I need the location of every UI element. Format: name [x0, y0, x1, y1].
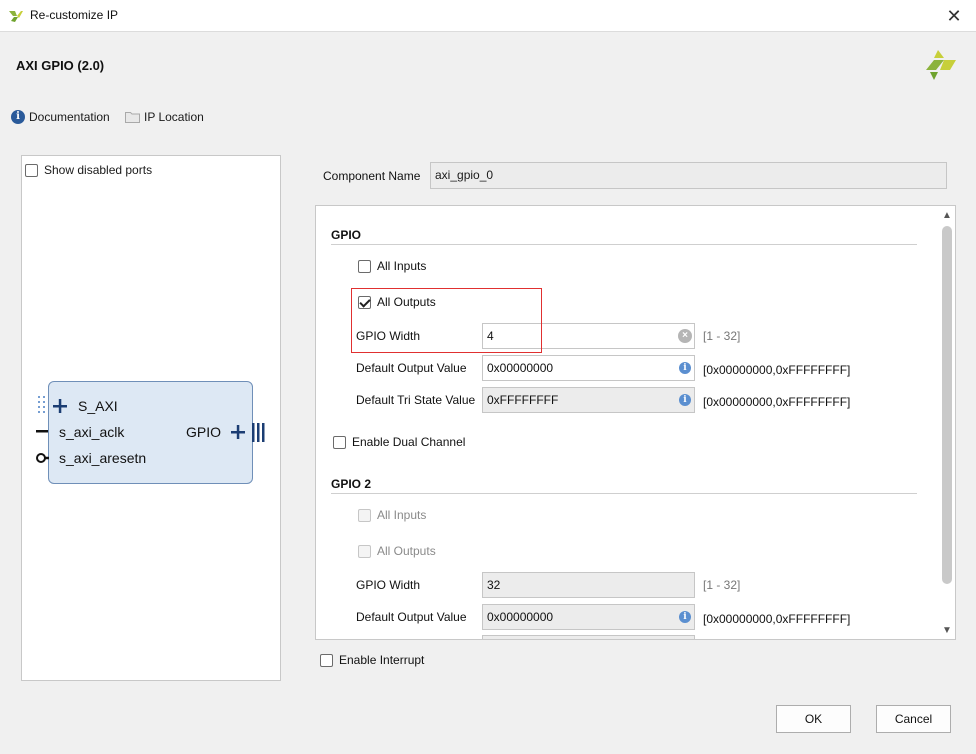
checkbox-box[interactable]	[358, 259, 371, 273]
info-icon[interactable]: i	[679, 362, 691, 374]
close-button[interactable]: ✕	[940, 4, 968, 28]
xilinx-logo-icon	[926, 50, 956, 80]
gpio-default-output-label: Default Output Value	[356, 361, 467, 375]
checkbox-box[interactable]	[333, 435, 346, 449]
gpio-section-divider	[331, 244, 917, 245]
cancel-button[interactable]: Cancel	[876, 705, 951, 733]
gpio-default-output-range: [0x00000000,0xFFFFFFFF]	[703, 363, 851, 377]
gpio-default-output-input[interactable]: 0x00000000	[482, 355, 695, 381]
s-axi-plus-icon	[53, 399, 67, 413]
gpio-section-title: GPIO	[331, 228, 362, 242]
folder-icon	[125, 112, 140, 123]
checkbox-box-disabled[interactable]	[358, 544, 371, 558]
gpio-default-tri-range: [0x00000000,0xFFFFFFFF]	[703, 395, 851, 409]
vivado-logo-icon	[9, 11, 23, 22]
enable-dual-channel-checkbox[interactable]: Enable Dual Channel	[333, 435, 465, 449]
clear-icon[interactable]: ×	[678, 329, 692, 343]
info-icon[interactable]: i	[679, 611, 691, 623]
window-title: Re-customize IP	[30, 8, 119, 22]
gpio-default-tri-label: Default Tri State Value	[356, 393, 476, 407]
gpio2-width-input[interactable]: 32	[482, 572, 695, 598]
port-s-axi-aresetn: s_axi_aresetn	[59, 450, 147, 466]
gpio-all-inputs-checkbox[interactable]: All Inputs	[358, 259, 426, 273]
gpio2-all-outputs-label: All Outputs	[377, 544, 436, 558]
gpio2-section-title: GPIO 2	[331, 477, 372, 491]
info-icon: i	[11, 110, 25, 124]
gpio2-all-inputs-label: All Inputs	[377, 508, 427, 522]
ok-button[interactable]: OK	[776, 705, 851, 733]
gpio2-default-output-input[interactable]: 0x00000000	[482, 604, 695, 630]
gpio-default-tri-input[interactable]: 0xFFFFFFFF	[482, 387, 695, 413]
gpio-width-range: [1 - 32]	[703, 329, 741, 343]
ip-location-label: IP Location	[144, 110, 204, 124]
gpio2-default-output-range: [0x00000000,0xFFFFFFFF]	[703, 612, 851, 626]
port-s-axi: S_AXI	[78, 398, 118, 414]
gpio-all-inputs-label: All Inputs	[377, 259, 427, 273]
show-disabled-label: Show disabled ports	[44, 163, 153, 177]
gpio2-all-inputs-checkbox[interactable]: All Inputs	[358, 508, 426, 522]
gpio-plus-icon	[231, 425, 245, 439]
gpio2-width-label: GPIO Width	[356, 578, 421, 592]
highlight-annotation-box	[351, 288, 542, 353]
gpio2-all-outputs-checkbox[interactable]: All Outputs	[358, 544, 436, 558]
documentation-link[interactable]: i Documentation	[11, 109, 110, 125]
gpio2-section-divider	[331, 493, 917, 494]
ip-location-link[interactable]: IP Location	[125, 109, 204, 125]
checkbox-box-disabled[interactable]	[358, 508, 371, 522]
scroll-down-arrow-icon[interactable]: ▼	[940, 624, 954, 638]
scrollbar-thumb[interactable]	[942, 226, 952, 584]
gpio2-default-output-label: Default Output Value	[356, 610, 467, 624]
scroll-up-arrow-icon[interactable]: ▲	[940, 209, 954, 223]
gpio-bus-icon	[252, 423, 265, 442]
documentation-label: Documentation	[29, 110, 110, 124]
component-name-field[interactable]: axi_gpio_0	[430, 162, 947, 189]
enable-interrupt-checkbox[interactable]: Enable Interrupt	[320, 653, 424, 667]
enable-dual-channel-label: Enable Dual Channel	[352, 435, 466, 449]
ip-name-heading: AXI GPIO (2.0)	[16, 58, 105, 73]
gpio2-next-field-partial	[482, 635, 695, 639]
aclk-pin-icon	[36, 430, 48, 433]
s-axi-bus-icon	[38, 396, 45, 413]
enable-interrupt-label: Enable Interrupt	[339, 653, 425, 667]
info-icon[interactable]: i	[679, 394, 691, 406]
show-disabled-ports-checkbox[interactable]: Show disabled ports	[25, 163, 152, 177]
checkbox-box[interactable]	[320, 653, 333, 667]
port-s-axi-aclk: s_axi_aclk	[59, 424, 125, 440]
checkbox-box[interactable]	[25, 163, 38, 177]
component-name-label: Component Name	[323, 169, 421, 183]
gpio2-width-range: [1 - 32]	[703, 578, 741, 592]
title-bar	[0, 0, 976, 32]
port-gpio: GPIO	[186, 424, 222, 440]
